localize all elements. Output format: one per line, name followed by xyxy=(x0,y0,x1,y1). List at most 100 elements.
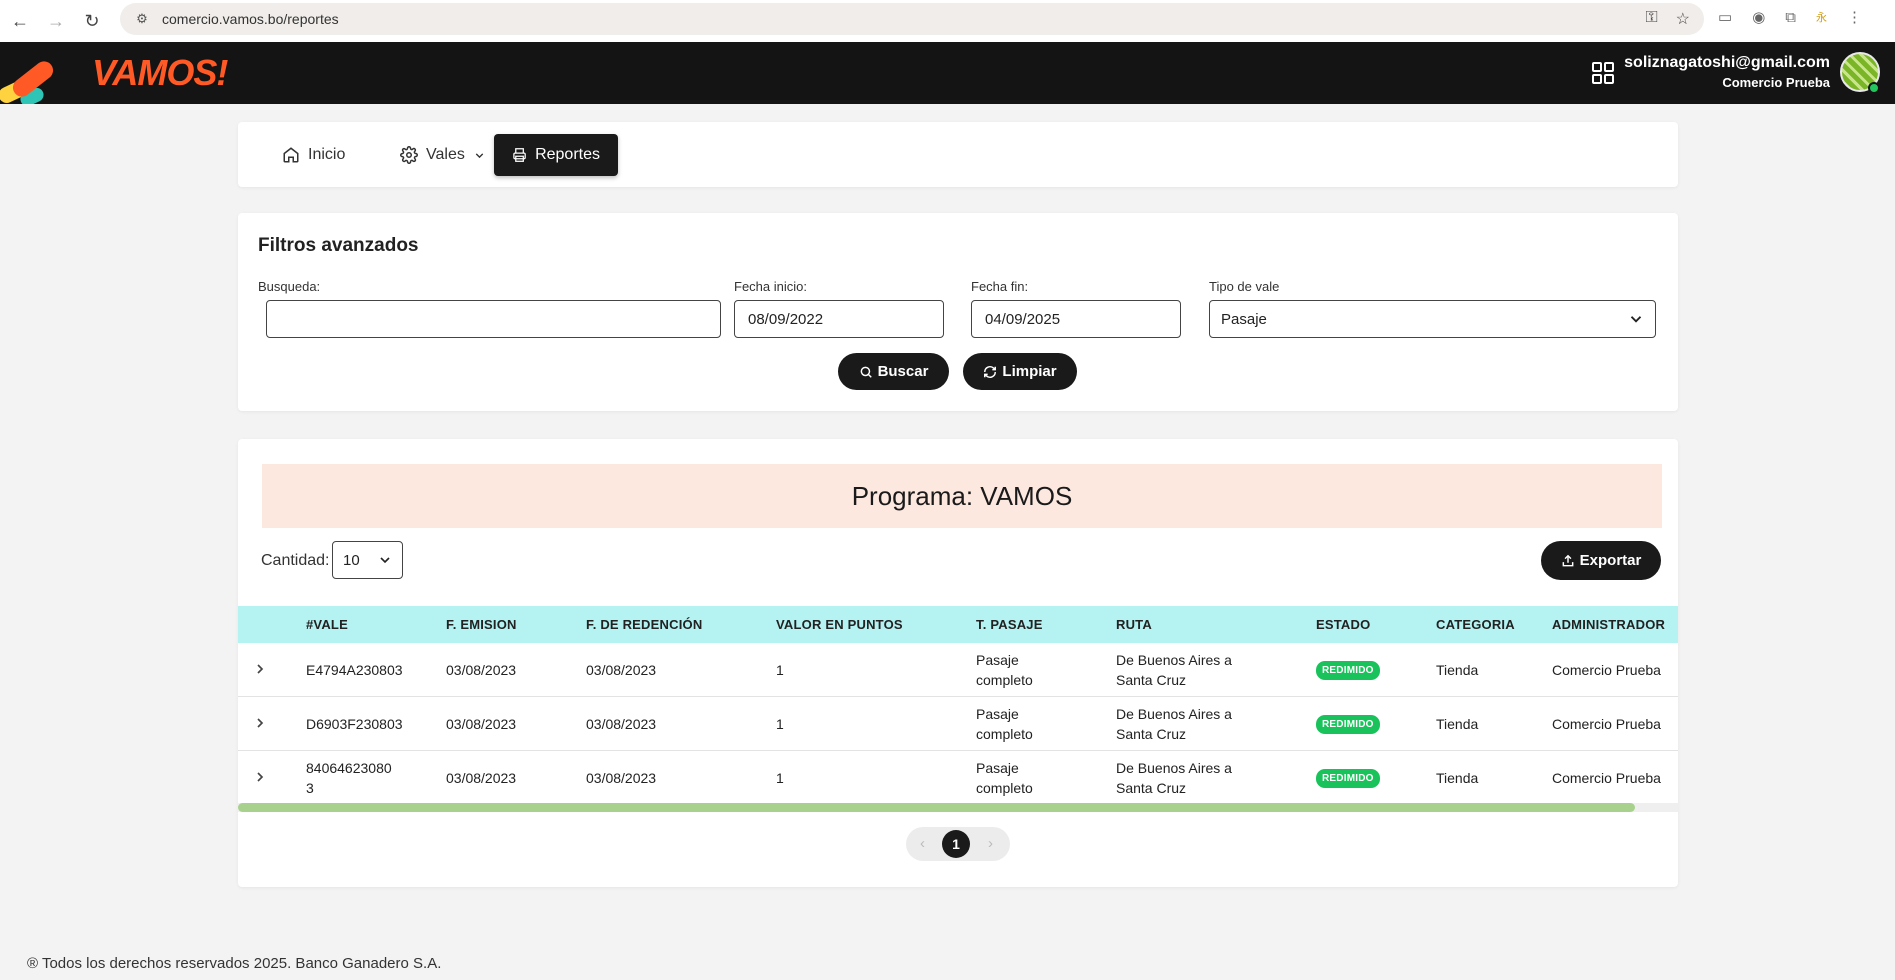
program-banner: Programa: VAMOS xyxy=(262,464,1662,528)
pagination: ‹ 1 › xyxy=(906,827,1010,861)
nav-reportes-label: Reportes xyxy=(535,146,600,163)
table-row[interactable]: E4794A230803 03/08/2023 03/08/2023 1 Pas… xyxy=(238,643,1678,697)
column-header[interactable]: ESTADO xyxy=(1316,617,1370,632)
horizontal-scrollbar-thumb[interactable] xyxy=(238,803,1635,812)
redencion-cell: 03/08/2023 xyxy=(586,770,657,786)
pagination-page-current[interactable]: 1 xyxy=(942,830,970,858)
table-header: #VALE F. EMISION F. DE REDENCIÓN VALOR E… xyxy=(238,606,1678,643)
category-cell: Tienda xyxy=(1436,770,1479,786)
nav-inicio-label: Inicio xyxy=(308,146,346,163)
ruta-cell-line2: Santa Cruz xyxy=(1116,780,1187,796)
chevron-down-icon xyxy=(1630,316,1642,323)
app-header: VAMOS! soliznagatoshi@gmail.com Comercio… xyxy=(0,42,1895,104)
column-header[interactable]: T. PASAJE xyxy=(976,617,1043,632)
user-company: Comercio Prueba xyxy=(1722,75,1830,90)
search-label: Busqueda: xyxy=(258,279,321,294)
voucher-type-select[interactable]: Pasaje xyxy=(1209,300,1656,338)
online-status-dot xyxy=(1868,82,1880,94)
gear-icon xyxy=(400,146,418,164)
ruta-cell-line1: De Buenos Aires a xyxy=(1116,706,1232,722)
start-date-input[interactable]: 08/09/2022 xyxy=(734,300,944,338)
bookmark-star-icon[interactable]: ☆ xyxy=(1676,9,1690,29)
admin-cell: Comercio Prueba xyxy=(1552,662,1661,678)
pasaje-cell-line1: Pasaje xyxy=(976,760,1019,776)
back-icon[interactable]: ← xyxy=(2,3,38,39)
camera-icon[interactable]: ◉ xyxy=(1752,8,1765,26)
refresh-icon xyxy=(984,365,997,378)
column-header[interactable]: CATEGORIA xyxy=(1436,617,1515,632)
home-icon xyxy=(283,147,299,163)
reload-icon[interactable]: ↻ xyxy=(74,3,110,39)
nav-vales[interactable]: Vales xyxy=(382,134,504,176)
browser-toolbar: ← → ↻ ⚙ comercio.vamos.bo/reportes ⚿ ☆ ▭… xyxy=(0,0,1895,42)
filters-title: Filtros avanzados xyxy=(258,235,419,256)
search-button[interactable]: Buscar xyxy=(838,353,949,390)
brand-shape-icon xyxy=(0,61,54,104)
column-header[interactable]: F. DE REDENCIÓN xyxy=(586,617,702,632)
ruta-cell-line1: De Buenos Aires a xyxy=(1116,760,1232,776)
chevron-right-icon[interactable] xyxy=(252,769,268,785)
extensions-area: ▭ ◉ ⧉ 永 ⋮ xyxy=(1718,8,1862,27)
forward-icon[interactable]: → xyxy=(38,3,74,39)
search-icon xyxy=(860,366,872,378)
column-header[interactable]: #VALE xyxy=(306,617,348,632)
pasaje-cell-line2: completo xyxy=(976,726,1033,742)
key-icon[interactable]: ⚿ xyxy=(1645,9,1657,29)
status-badge: REDIMIDO xyxy=(1316,661,1380,680)
end-date-input[interactable]: 04/09/2025 xyxy=(971,300,1181,338)
admin-cell: Comercio Prueba xyxy=(1552,770,1661,786)
points-cell: 1 xyxy=(776,662,784,678)
start-date-label: Fecha inicio: xyxy=(734,279,807,294)
quantity-select[interactable]: 10 xyxy=(332,541,403,579)
menu-icon[interactable]: ⋮ xyxy=(1847,8,1862,26)
brand-logo[interactable]: VAMOS! xyxy=(92,52,228,94)
points-cell: 1 xyxy=(776,716,784,732)
table-row[interactable]: D6903F230803 03/08/2023 03/08/2023 1 Pas… xyxy=(238,697,1678,751)
pasaje-cell-line1: Pasaje xyxy=(976,706,1019,722)
column-header[interactable]: F. EMISION xyxy=(446,617,517,632)
quantity-label: Cantidad: xyxy=(261,552,330,569)
column-header[interactable]: RUTA xyxy=(1116,617,1152,632)
chevron-down-icon xyxy=(475,152,484,158)
nav-reportes[interactable]: Reportes xyxy=(494,134,618,176)
column-header[interactable]: ADMINISTRADOR xyxy=(1552,617,1665,632)
footer-text: ® Todos los derechos reservados 2025. Ba… xyxy=(27,955,442,972)
pagination-next[interactable]: › xyxy=(988,835,993,852)
pasaje-cell-line2: completo xyxy=(976,780,1033,796)
nav-vales-label: Vales xyxy=(426,146,465,163)
emision-cell: 03/08/2023 xyxy=(446,662,517,678)
admin-cell: Comercio Prueba xyxy=(1552,716,1661,732)
voucher-type-label: Tipo de vale xyxy=(1209,279,1280,294)
extensions-icon[interactable]: ⧉ xyxy=(1785,9,1796,26)
table-row[interactable]: 84064623080 3 03/08/2023 03/08/2023 1 Pa… xyxy=(238,751,1678,805)
search-input[interactable] xyxy=(266,300,721,338)
filters-panel: Filtros avanzados Busqueda: Fecha inicio… xyxy=(238,213,1678,411)
chevron-right-icon[interactable] xyxy=(252,715,268,731)
chevron-right-icon[interactable] xyxy=(252,661,268,677)
emision-cell: 03/08/2023 xyxy=(446,770,517,786)
search-button-label: Buscar xyxy=(877,363,929,380)
sidebar-icon[interactable]: ▭ xyxy=(1718,8,1732,26)
apps-grid-icon[interactable] xyxy=(1592,62,1614,84)
user-email: soliznagatoshi@gmail.com xyxy=(1624,54,1830,71)
address-bar[interactable]: ⚙ comercio.vamos.bo/reportes ⚿ ☆ xyxy=(120,3,1704,35)
vale-cell: D6903F230803 xyxy=(306,716,403,732)
status-badge: REDIMIDO xyxy=(1316,769,1380,788)
clear-button[interactable]: Limpiar xyxy=(963,353,1077,390)
column-header[interactable]: VALOR EN PUNTOS xyxy=(776,617,903,632)
quantity-value: 10 xyxy=(343,551,360,569)
main-nav: Inicio Vales Reportes xyxy=(238,122,1678,187)
vale-cell: E4794A230803 xyxy=(306,662,403,678)
category-cell: Tienda xyxy=(1436,662,1479,678)
redencion-cell: 03/08/2023 xyxy=(586,662,657,678)
site-settings-icon[interactable]: ⚙ xyxy=(134,11,150,27)
emision-cell: 03/08/2023 xyxy=(446,716,517,732)
status-badge: REDIMIDO xyxy=(1316,715,1380,734)
nav-inicio[interactable]: Inicio xyxy=(238,134,363,176)
profile-icon[interactable]: 永 xyxy=(1816,9,1827,25)
upload-icon xyxy=(1562,554,1574,566)
pagination-prev[interactable]: ‹ xyxy=(920,835,925,852)
chevron-down-icon xyxy=(380,557,390,564)
export-button[interactable]: Exportar xyxy=(1541,541,1661,580)
points-cell: 1 xyxy=(776,770,784,786)
